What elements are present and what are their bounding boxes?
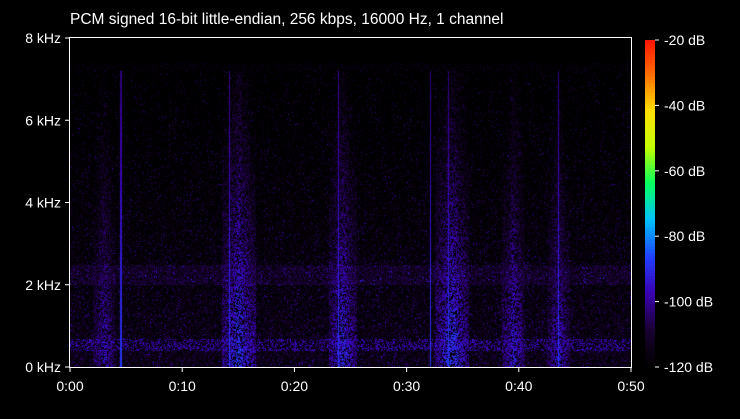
x-tick-label: 0:00 — [56, 378, 83, 394]
y-tick-label: 6 kHz — [25, 112, 61, 128]
x-tick-label: 0:30 — [393, 378, 420, 394]
spectrogram-svg: PCM signed 16-bit little-endian, 256 kbp… — [25, 11, 713, 394]
y-tick-label: 4 kHz — [25, 195, 61, 211]
chart-title: PCM signed 16-bit little-endian, 256 kbp… — [70, 11, 503, 28]
spectrogram-plot-area — [69, 37, 632, 368]
x-tick-label: 0:10 — [169, 378, 196, 394]
x-tick-label: 0:40 — [505, 378, 532, 394]
colorbar-tick-label: -100 dB — [664, 294, 713, 310]
colorbar-tick-label: -40 dB — [664, 97, 705, 113]
y-tick-label: 0 kHz — [25, 359, 61, 375]
y-tick-label: 8 kHz — [25, 30, 61, 46]
colorbar-legend: -20 dB -40 dB -60 dB -80 dB -100 dB -120 dB — [645, 32, 713, 375]
x-tick-label: 0:20 — [281, 378, 308, 394]
colorbar-tick-label: -80 dB — [664, 228, 705, 244]
spectrogram-chart: PCM signed 16-bit little-endian, 256 kbp… — [0, 0, 740, 414]
colorbar-segment — [645, 40, 655, 44]
x-tick-label: 0:50 — [617, 378, 644, 394]
colorbar-tick-label: -120 dB — [664, 359, 713, 375]
y-axis: 0 kHz 2 kHz 4 kHz 6 kHz 8 kHz — [25, 30, 70, 375]
colorbar-tick-label: -60 dB — [664, 163, 705, 179]
y-tick-label: 2 kHz — [25, 277, 61, 293]
x-axis: 0:00 0:10 0:20 0:30 0:40 0:50 — [56, 367, 645, 394]
colorbar-tick-label: -20 dB — [664, 32, 705, 48]
spectrogram-heatmap — [70, 38, 631, 367]
